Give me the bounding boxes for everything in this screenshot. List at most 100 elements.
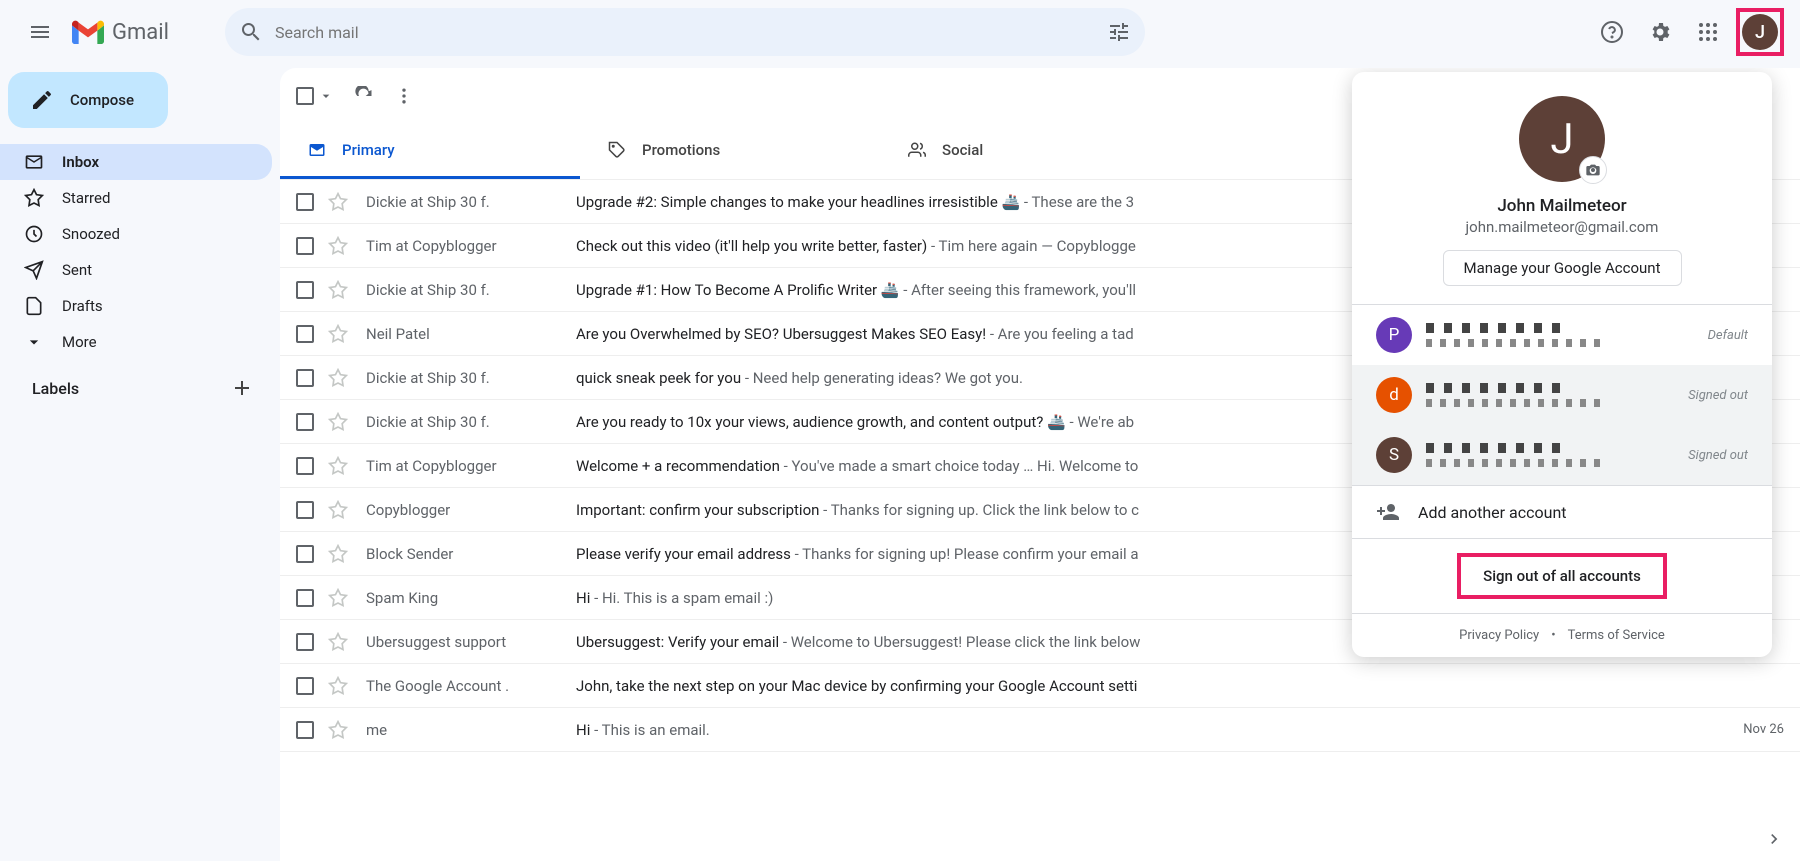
gmail-logo[interactable]: Gmail <box>72 20 169 45</box>
tab-label: Promotions <box>642 141 720 159</box>
mail-sender: Spam King <box>366 589 576 607</box>
mail-checkbox[interactable] <box>296 281 314 299</box>
terms-link[interactable]: Terms of Service <box>1568 628 1665 643</box>
sidebar-item-more[interactable]: More <box>0 324 272 360</box>
sidebar-item-label: Snoozed <box>62 225 120 243</box>
mail-sender: Tim at Copyblogger <box>366 237 576 255</box>
pagination-footer <box>1758 817 1790 861</box>
apps-button[interactable] <box>1688 12 1728 52</box>
account-row[interactable]: dSigned out <box>1352 365 1772 425</box>
search-bar[interactable] <box>225 8 1145 56</box>
mail-checkbox[interactable] <box>296 589 314 607</box>
header: Gmail J <box>0 0 1800 64</box>
mail-checkbox[interactable] <box>296 237 314 255</box>
mail-checkbox[interactable] <box>296 501 314 519</box>
help-button[interactable] <box>1592 12 1632 52</box>
search-input[interactable] <box>263 23 1107 42</box>
add-account-button[interactable]: Add another account <box>1352 485 1772 538</box>
sidebar: Compose Inbox Starred Snoozed SentDrafts Mor… <box>0 64 280 861</box>
account-row[interactable]: P Default <box>1352 305 1772 365</box>
refresh-button[interactable] <box>354 86 374 106</box>
star-button[interactable] <box>328 236 348 256</box>
account-avatar-highlight: J <box>1736 8 1784 56</box>
more-button[interactable] <box>394 86 414 106</box>
mail-sender: Dickie at Ship 30 f. <box>366 193 576 211</box>
mail-checkbox[interactable] <box>296 325 314 343</box>
mail-sender: Block Sender <box>366 545 576 563</box>
star-button[interactable] <box>328 324 348 344</box>
sent-icon <box>24 260 44 280</box>
account-info-redacted <box>1426 323 1694 347</box>
sidebar-item-starred[interactable]: Starred <box>0 180 272 216</box>
account-avatar-button[interactable]: J <box>1742 14 1778 50</box>
settings-button[interactable] <box>1640 12 1680 52</box>
mail-checkbox[interactable] <box>296 677 314 695</box>
mail-sender: Dickie at Ship 30 f. <box>366 369 576 387</box>
tab-promotions[interactable]: Promotions <box>580 124 880 179</box>
account-avatar: S <box>1376 437 1412 473</box>
account-row[interactable]: S Signed out <box>1352 425 1772 485</box>
manage-account-button[interactable]: Manage your Google Account <box>1443 250 1682 286</box>
mail-checkbox[interactable] <box>296 721 314 739</box>
signout-all-button[interactable]: Sign out of all accounts <box>1457 553 1667 599</box>
starred-icon <box>24 188 44 208</box>
mail-sender: Ubersuggest support <box>366 633 576 651</box>
account-avatar: d <box>1376 377 1412 413</box>
tune-icon[interactable] <box>1107 20 1131 44</box>
tab-label: Social <box>942 141 983 159</box>
tab-label: Primary <box>342 141 395 159</box>
sidebar-item-drafts[interactable]: Drafts <box>0 288 272 324</box>
mail-checkbox[interactable] <box>296 633 314 651</box>
star-button[interactable] <box>328 676 348 696</box>
sidebar-item-label: More <box>62 333 97 351</box>
popup-avatar[interactable]: J <box>1519 96 1605 182</box>
star-button[interactable] <box>328 632 348 652</box>
person-add-icon <box>1376 500 1400 524</box>
brand-text: Gmail <box>112 20 169 45</box>
sidebar-item-sent[interactable]: Sent <box>0 252 272 288</box>
add-label-button[interactable] <box>230 376 254 400</box>
mail-row[interactable]: The Google Account .John, take the next … <box>280 664 1800 708</box>
star-button[interactable] <box>328 544 348 564</box>
main-menu-button[interactable] <box>16 8 64 56</box>
account-info-redacted <box>1426 383 1674 407</box>
compose-button[interactable]: Compose <box>8 72 168 128</box>
select-all-checkbox[interactable] <box>296 87 334 105</box>
star-button[interactable] <box>328 412 348 432</box>
mail-sender: The Google Account . <box>366 677 576 695</box>
mail-sender: Tim at Copyblogger <box>366 457 576 475</box>
star-button[interactable] <box>328 500 348 520</box>
star-button[interactable] <box>328 368 348 388</box>
account-avatar: P <box>1376 317 1412 353</box>
mail-checkbox[interactable] <box>296 193 314 211</box>
star-button[interactable] <box>328 720 348 740</box>
account-status: Default <box>1708 328 1748 343</box>
account-status: Signed out <box>1688 448 1748 463</box>
change-photo-button[interactable] <box>1579 156 1607 184</box>
mail-sender: Dickie at Ship 30 f. <box>366 281 576 299</box>
pencil-icon <box>30 88 54 112</box>
star-button[interactable] <box>328 456 348 476</box>
next-page-button[interactable] <box>1758 823 1790 855</box>
sidebar-item-label: Starred <box>62 189 110 207</box>
search-icon <box>239 20 263 44</box>
sidebar-item-inbox[interactable]: Inbox <box>0 144 272 180</box>
star-button[interactable] <box>328 588 348 608</box>
tab-social[interactable]: Social <box>880 124 1180 179</box>
compose-label: Compose <box>70 91 134 109</box>
star-button[interactable] <box>328 280 348 300</box>
mail-checkbox[interactable] <box>296 545 314 563</box>
main-panel: Primary Promotions Social Dickie at Ship 3… <box>280 68 1800 861</box>
mail-checkbox[interactable] <box>296 413 314 431</box>
sidebar-item-snoozed[interactable]: Snoozed <box>0 216 272 252</box>
privacy-policy-link[interactable]: Privacy Policy <box>1459 628 1539 643</box>
chevron-right-icon <box>1764 829 1784 849</box>
star-button[interactable] <box>328 192 348 212</box>
sidebar-item-label: Inbox <box>62 153 99 171</box>
gear-icon <box>1648 20 1672 44</box>
mail-checkbox[interactable] <box>296 369 314 387</box>
mail-checkbox[interactable] <box>296 457 314 475</box>
tab-primary[interactable]: Primary <box>280 124 580 179</box>
snoozed-icon <box>24 224 44 244</box>
mail-row[interactable]: meHi - This is an email.Nov 26 <box>280 708 1800 752</box>
